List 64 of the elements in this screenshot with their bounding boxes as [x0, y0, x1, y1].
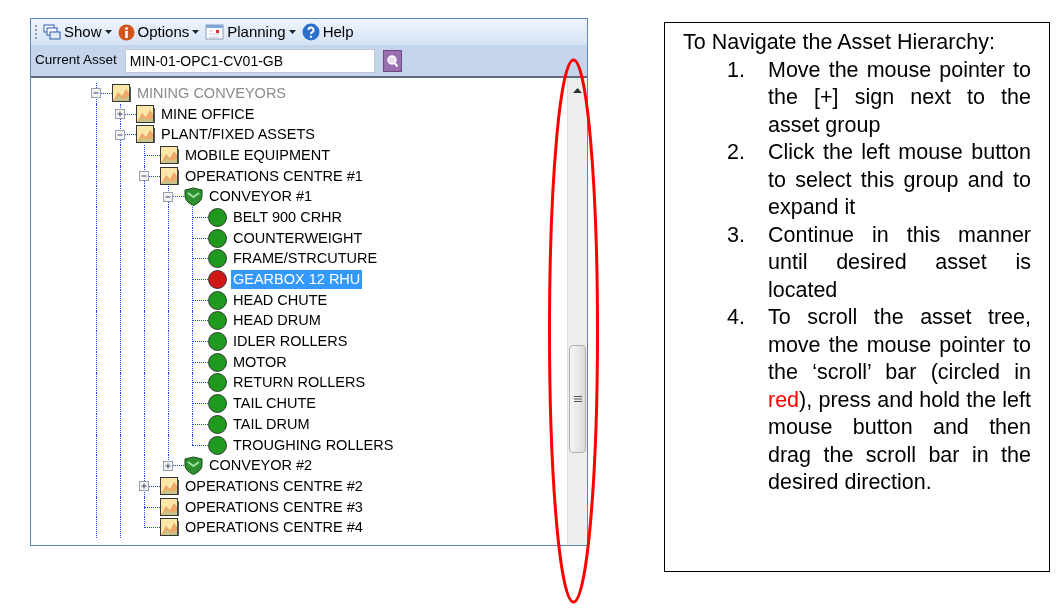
folder-icon	[160, 166, 179, 186]
toolbar-menu-button[interactable]: Help	[301, 20, 354, 44]
folder-icon	[136, 125, 155, 145]
scrollbar-thumb[interactable]	[569, 345, 586, 453]
search-button[interactable]	[382, 49, 402, 72]
tree-item[interactable]: PLANT/FIXED ASSETS	[159, 125, 317, 145]
info-icon	[117, 23, 135, 41]
tree-item[interactable]: OPERATIONS CENTRE #4	[183, 518, 365, 538]
step-text: Move the mouse pointer to the [+] sign next to the asset group	[768, 56, 1031, 139]
current-asset-field[interactable]: MIN-01-OPC1-CV01-GB	[124, 48, 375, 73]
tree-item[interactable]: HEAD CHUTE	[231, 290, 330, 310]
collapse-toggle-icon[interactable]	[139, 171, 149, 182]
toolbar-menu-button[interactable]: Options	[117, 20, 200, 44]
expand-toggle-icon[interactable]	[139, 481, 149, 492]
shield-icon	[184, 187, 203, 207]
step-number: 2.	[727, 139, 746, 166]
folder-icon	[160, 145, 179, 165]
tree-item[interactable]: TAIL CHUTE	[231, 394, 318, 414]
tree-item[interactable]: RETURN ROLLERS	[231, 373, 368, 393]
tree-item[interactable]: IDLER ROLLERS	[231, 332, 350, 352]
toolbar-menu-button[interactable]: Planning	[205, 20, 296, 44]
folder-icon	[160, 476, 179, 496]
tree-item[interactable]: BELT 900 CRHR	[231, 207, 345, 227]
tree-item[interactable]: OPERATIONS CENTRE #1	[183, 166, 365, 186]
tree-item[interactable]: TAIL DRUM	[231, 414, 312, 434]
tree-item[interactable]: MOBILE EQUIPMENT	[183, 145, 333, 165]
tree-item[interactable]: MOTOR	[231, 352, 289, 372]
tree-item[interactable]: FRAME/STRCUTURE	[231, 249, 380, 269]
shield-icon	[184, 456, 203, 476]
current-asset-label: Current Asset	[35, 51, 117, 70]
tree-item[interactable]: TROUGHING ROLLERS	[231, 435, 396, 455]
collapse-toggle-icon[interactable]	[163, 191, 173, 202]
vertical-scrollbar[interactable]	[567, 78, 587, 545]
collapse-toggle-icon[interactable]	[115, 129, 125, 140]
step-number: 4.	[727, 304, 746, 331]
folder-icon	[112, 83, 131, 103]
folder-icon	[136, 104, 155, 124]
windows-icon	[43, 24, 61, 40]
folder-icon	[160, 497, 179, 517]
tree-item[interactable]: OPERATIONS CENTRE #2	[183, 476, 365, 496]
tree-item[interactable]: HEAD DRUM	[231, 311, 323, 331]
caret-icon	[288, 30, 296, 34]
step-text: To scroll the asset tree, move the mouse pointer to the ‘scroll’ bar (circled in red), press and hold the left mouse button and then drag the scroll bar in the desired direction.	[768, 304, 1031, 496]
caret-icon	[104, 30, 112, 34]
tree-item[interactable]: MINE OFFICE	[159, 104, 257, 124]
step-text: Click the left mouse button to select this group and to expand it	[768, 139, 1031, 221]
scroll-up-arrow-icon[interactable]	[573, 88, 582, 93]
instructions-heading: To Navigate the Asset Hierarchy:	[683, 29, 996, 56]
caret-icon	[192, 30, 200, 34]
tree-item[interactable]: COUNTERWEIGHT	[231, 228, 365, 248]
expand-toggle-icon[interactable]	[115, 109, 125, 120]
expand-toggle-icon[interactable]	[163, 460, 173, 471]
help-icon	[301, 23, 320, 41]
toolbar-menu-button[interactable]: Show	[43, 20, 112, 44]
step-number: 3.	[727, 221, 746, 249]
calendar-icon	[205, 24, 225, 40]
folder-icon	[160, 518, 179, 538]
step-number: 1.	[727, 56, 746, 84]
tree-item[interactable]: CONVEYOR #1	[207, 187, 315, 207]
tree-item[interactable]: MINING CONVEYORS	[135, 83, 289, 103]
tree-item[interactable]: OPERATIONS CENTRE #3	[183, 497, 365, 517]
collapse-toggle-icon[interactable]	[91, 88, 101, 99]
step-text: Continue in this manner until desired asset is located	[768, 221, 1031, 304]
tree-item[interactable]: CONVEYOR #2	[207, 456, 315, 476]
